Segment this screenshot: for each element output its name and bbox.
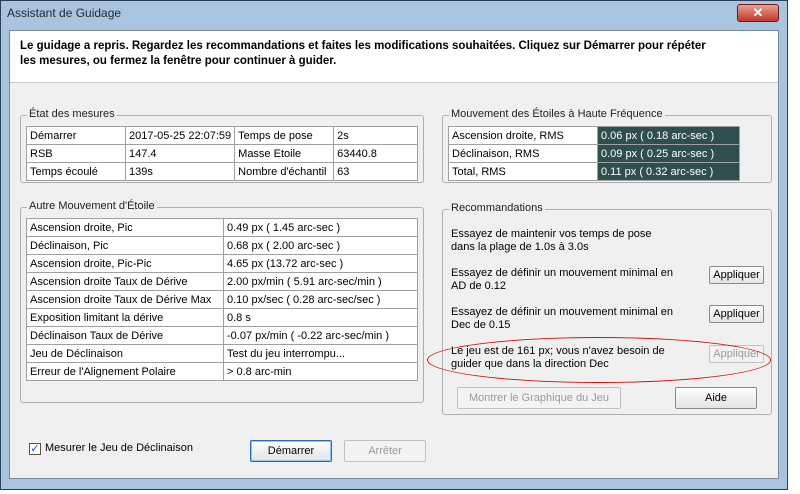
table-cell: RSB <box>26 144 126 163</box>
table-cell: 63 <box>333 162 418 181</box>
other-star-motion-table: Ascension droite, Pic 0.49 px ( 1.45 arc-… <box>26 218 418 381</box>
measurement-status-panel: État des mesures Démarrer 2017-05-25 22:… <box>20 108 424 183</box>
table-cell: 4.65 px (13.72 arc-sec ) <box>223 254 418 273</box>
table-cell: Démarrer <box>26 126 126 145</box>
instructions-line-1: Le guidage a repris. Regardez les recomm… <box>20 40 706 52</box>
high-frequency-title: Mouvement des Étoiles à Haute Fréquence <box>449 108 665 120</box>
table-row: RSB 147.4 Masse Etoile 63440.8 <box>26 144 418 163</box>
table-cell: 0.10 px/sec ( 0.28 arc-sec/sec ) <box>223 290 418 309</box>
table-row: Total, RMS 0.11 px ( 0.32 arc-sec ) <box>448 162 740 181</box>
close-icon[interactable]: ✕ <box>737 4 779 22</box>
red-highlight-ellipse <box>427 337 771 383</box>
table-cell: Total, RMS <box>448 162 598 181</box>
high-frequency-panel: Mouvement des Étoiles à Haute Fréquence … <box>442 108 772 183</box>
table-row: Déclinaison, RMS 0.09 px ( 0.25 arc-sec … <box>448 144 740 163</box>
table-row: Jeu de Déclinaison Test du jeu interrompu… <box>26 344 418 363</box>
table-row: Exposition limitant la dérive 0.8 s <box>26 308 418 327</box>
table-cell: Test du jeu interrompu... <box>223 344 418 363</box>
instructions-banner: Le guidage a repris. Regardez les recomm… <box>10 31 778 83</box>
guiding-assistant-window: Assistant de Guidage ✕ Le guidage a repr… <box>0 0 788 490</box>
table-row: Déclinaison Taux de Dérive -0.07 px/min (… <box>26 326 418 345</box>
table-cell: 0.06 px ( 0.18 arc-sec ) <box>597 126 740 145</box>
table-row: Erreur de l'Alignement Polaire > 0.8 arc-… <box>26 362 418 381</box>
table-row: Ascension droite, Pic-Pic 4.65 px (13.72 … <box>26 254 418 273</box>
table-cell: 147.4 <box>124 144 236 163</box>
table-cell: 0.11 px ( 0.32 arc-sec ) <box>597 162 740 181</box>
table-cell: Déclinaison, RMS <box>448 144 598 163</box>
recommendation-text: Essayez de définir un mouvement minimal … <box>451 267 673 292</box>
apply-button[interactable]: Appliquer <box>709 266 764 284</box>
table-row: Ascension droite, RMS 0.06 px ( 0.18 arc… <box>448 126 740 145</box>
recommendations-title: Recommandations <box>449 202 545 214</box>
table-cell: > 0.8 arc-min <box>223 362 418 381</box>
other-star-motion-title: Autre Mouvement d'Étoile <box>27 200 157 212</box>
table-cell: Temps écoulé <box>26 162 126 181</box>
table-row: Démarrer 2017-05-25 22:07:59 Temps de po… <box>26 126 418 145</box>
table-cell: Déclinaison, Pic <box>26 236 224 255</box>
table-cell: 2.00 px/min ( 5.91 arc-sec/min ) <box>223 272 418 291</box>
table-cell: Temps de pose <box>234 126 335 145</box>
measurement-status-title: État des mesures <box>27 108 117 120</box>
table-row: Ascension droite, Pic 0.49 px ( 1.45 arc-… <box>26 218 418 237</box>
table-cell: Nombre d'échantil <box>234 162 335 181</box>
table-row: Ascension droite Taux de Dérive 2.00 px/m… <box>26 272 418 291</box>
table-cell: Ascension droite, Pic <box>26 218 224 237</box>
table-cell: 0.49 px ( 1.45 arc-sec ) <box>223 218 418 237</box>
show-backlash-graph-button[interactable]: Montrer le Graphique du Jeu <box>457 387 621 409</box>
recommendation-text: Essayez de maintenir vos temps de pose d… <box>451 228 652 253</box>
table-cell: 0.8 s <box>223 308 418 327</box>
high-frequency-table: Ascension droite, RMS 0.06 px ( 0.18 arc… <box>448 126 740 181</box>
start-button[interactable]: Démarrer <box>250 440 332 462</box>
table-cell: Masse Etoile <box>234 144 335 163</box>
dialog-body: Le guidage a repris. Regardez les recomm… <box>9 30 779 479</box>
table-cell: Déclinaison Taux de Dérive <box>26 326 224 345</box>
table-cell: Erreur de l'Alignement Polaire <box>26 362 224 381</box>
window-title: Assistant de Guidage <box>7 6 122 20</box>
table-cell: 0.68 px ( 2.00 arc-sec ) <box>223 236 418 255</box>
table-cell: Ascension droite Taux de Dérive <box>26 272 224 291</box>
table-cell: Exposition limitant la dérive <box>26 308 224 327</box>
help-button[interactable]: Aide <box>675 387 757 409</box>
table-cell: Ascension droite Taux de Dérive Max <box>26 290 224 309</box>
table-cell: 2017-05-25 22:07:59 <box>124 126 236 145</box>
table-cell: 2s <box>333 126 418 145</box>
measurement-status-table: Démarrer 2017-05-25 22:07:59 Temps de po… <box>26 126 418 181</box>
measure-dec-backlash-checkbox[interactable]: ✓ <box>29 443 41 455</box>
apply-button[interactable]: Appliquer <box>709 305 764 323</box>
title-bar: Assistant de Guidage ✕ <box>1 1 787 27</box>
table-cell: 0.09 px ( 0.25 arc-sec ) <box>597 144 740 163</box>
table-cell: 139s <box>124 162 236 181</box>
recommendations-panel: Recommandations Essayez de maintenir vos… <box>442 202 772 415</box>
table-cell: Ascension droite, RMS <box>448 126 598 145</box>
recommendation-text: Essayez de définir un mouvement minimal … <box>451 306 673 331</box>
table-row: Déclinaison, Pic 0.68 px ( 2.00 arc-sec ) <box>26 236 418 255</box>
measure-dec-backlash-label: Mesurer le Jeu de Déclinaison <box>45 442 193 454</box>
table-cell: Ascension droite, Pic-Pic <box>26 254 224 273</box>
stop-button[interactable]: Arrêter <box>344 440 426 462</box>
instructions-line-2: les mesures, ou fermez la fenêtre pour c… <box>20 55 337 67</box>
table-row: Ascension droite Taux de Dérive Max 0.10 … <box>26 290 418 309</box>
table-row: Temps écoulé 139s Nombre d'échantil 63 <box>26 162 418 181</box>
table-cell: Jeu de Déclinaison <box>26 344 224 363</box>
table-cell: 63440.8 <box>333 144 418 163</box>
table-cell: -0.07 px/min ( -0.22 arc-sec/min ) <box>223 326 418 345</box>
other-star-motion-panel: Autre Mouvement d'Étoile Ascension droit… <box>20 200 424 403</box>
